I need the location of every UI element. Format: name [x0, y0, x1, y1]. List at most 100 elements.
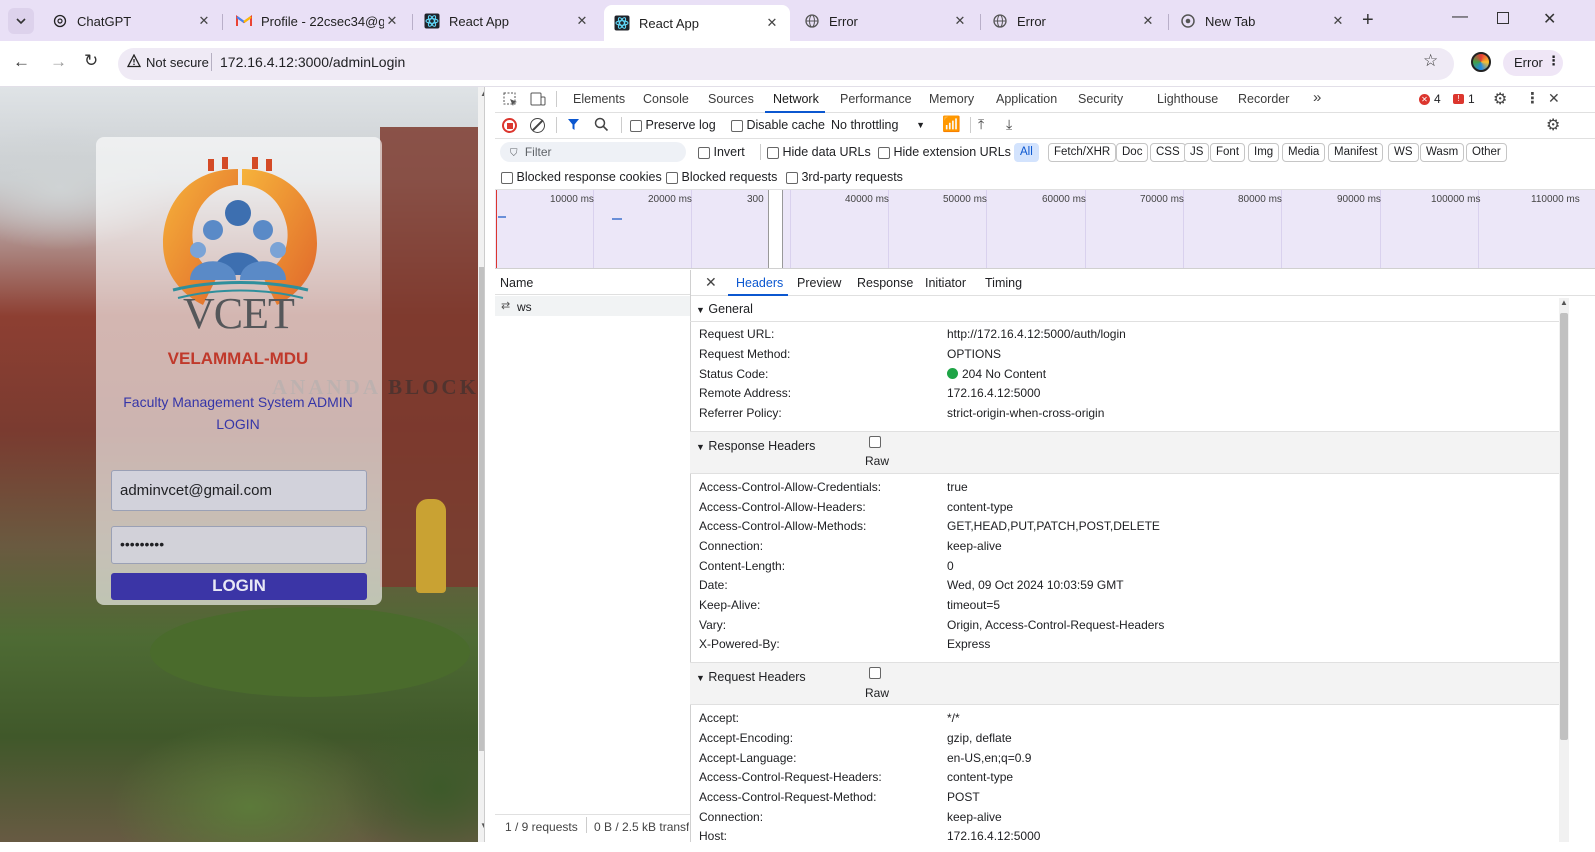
close-details-icon[interactable]: ✕	[705, 274, 717, 291]
filter-icon[interactable]	[567, 118, 580, 134]
detail-tab-timing[interactable]: Timing	[985, 276, 1022, 290]
detail-tab-response[interactable]: Response	[857, 276, 913, 290]
type-filter-manifest[interactable]: Manifest	[1328, 143, 1384, 162]
type-filter-img[interactable]: Img	[1248, 143, 1280, 162]
type-filter-other[interactable]: Other	[1466, 143, 1507, 162]
filter-input[interactable]: ⛉ Filter	[500, 142, 686, 162]
header-key: Accept:	[699, 711, 740, 725]
type-filter-css[interactable]: CSS	[1150, 143, 1186, 162]
tab-new-tab[interactable]: New Tab ✕	[1170, 5, 1356, 37]
raw-toggle-checkbox[interactable]	[869, 434, 881, 448]
type-filter-ws[interactable]: WS	[1388, 143, 1419, 162]
invert-checkbox[interactable]: Invert	[698, 145, 745, 159]
raw-toggle-checkbox[interactable]	[869, 665, 881, 679]
device-toolbar-icon[interactable]	[530, 92, 546, 110]
header-key: Request URL:	[699, 327, 775, 341]
panel-tab-application[interactable]: Application	[996, 92, 1057, 106]
record-stop-icon[interactable]	[502, 118, 517, 133]
third-party-checkbox[interactable]: 3rd-party requests	[786, 170, 903, 184]
panel-tab-network[interactable]: Network	[773, 92, 819, 106]
panel-tab-sources[interactable]: Sources	[708, 92, 754, 106]
panel-tab-performance[interactable]: Performance	[840, 92, 912, 106]
close-icon[interactable]: ✕	[1140, 13, 1156, 29]
network-settings-icon[interactable]: ⚙	[1546, 115, 1560, 135]
security-label[interactable]: Not secure	[146, 55, 209, 70]
close-window-button[interactable]: ✕	[1543, 9, 1556, 29]
devtools-menu-icon[interactable]: ⋮	[1525, 89, 1540, 107]
tab-search-button[interactable]	[8, 8, 34, 34]
panel-tab-lighthouse[interactable]: Lighthouse	[1157, 92, 1218, 106]
type-filter-font[interactable]: Font	[1210, 143, 1246, 162]
clear-icon[interactable]	[530, 118, 545, 133]
response-headers-toggle[interactable]: ▼ Response Headers	[696, 439, 815, 453]
scroll-up-arrow[interactable]: ▲	[1560, 298, 1568, 307]
url-text[interactable]: 172.16.4.12:3000/adminLogin	[220, 54, 405, 70]
profile-error-button[interactable]: Error ⋮	[1503, 50, 1563, 76]
email-field[interactable]: adminvcet@gmail.com	[111, 470, 367, 511]
export-har-icon[interactable]: ⤓	[1006, 116, 1012, 133]
type-filter-js[interactable]: JS	[1184, 143, 1210, 162]
more-icon: ⋮	[1547, 53, 1560, 68]
network-conditions-icon[interactable]: 📶	[942, 115, 961, 133]
close-icon[interactable]: ✕	[196, 13, 212, 29]
panel-tab-memory[interactable]: Memory	[929, 92, 974, 106]
forward-button[interactable]: →	[50, 52, 67, 72]
close-icon[interactable]: ✕	[1330, 13, 1346, 29]
import-har-icon[interactable]: ⤒	[978, 116, 984, 133]
request-name[interactable]: ws	[517, 300, 532, 314]
detail-tab-preview[interactable]: Preview	[797, 276, 841, 290]
tab-react-app-active[interactable]: React App ✕	[604, 5, 790, 41]
issues-count-badge[interactable]: ! 1	[1453, 92, 1475, 106]
type-filter-doc[interactable]: Doc	[1116, 143, 1149, 162]
back-button[interactable]: ←	[13, 52, 30, 72]
tab-error-1[interactable]: Error ✕	[794, 5, 978, 37]
panel-tab-recorder[interactable]: Recorder	[1238, 92, 1289, 106]
detail-tab-headers[interactable]: Headers	[736, 276, 783, 290]
close-icon[interactable]: ✕	[384, 13, 400, 29]
header-key: Connection:	[699, 810, 764, 824]
restore-button[interactable]	[1497, 12, 1509, 24]
error-count-badge[interactable]: ✕ 4	[1419, 92, 1441, 106]
type-filter-media[interactable]: Media	[1282, 143, 1326, 162]
minimize-button[interactable]: —	[1452, 8, 1468, 26]
more-panels-icon[interactable]: »	[1313, 89, 1321, 106]
panel-tab-console[interactable]: Console	[643, 92, 689, 106]
detail-tab-initiator[interactable]: Initiator	[925, 276, 966, 290]
panel-tab-elements[interactable]: Elements	[573, 92, 625, 106]
reload-button[interactable]: ↻	[84, 51, 98, 71]
preserve-log-checkbox[interactable]: Preserve log	[630, 118, 716, 132]
close-icon[interactable]: ✕	[952, 13, 968, 29]
devtools-settings-icon[interactable]: ⚙	[1493, 89, 1507, 109]
password-field[interactable]: •••••••••	[111, 526, 367, 564]
tab-react-app[interactable]: React App ✕	[414, 5, 600, 37]
timeline-selection[interactable]	[768, 190, 783, 268]
tab-gmail-profile[interactable]: Profile - 22csec34@gm ✕	[226, 5, 410, 37]
search-icon[interactable]	[594, 117, 609, 135]
blocked-requests-checkbox[interactable]: Blocked requests	[666, 170, 777, 184]
name-column-header[interactable]: Name	[500, 276, 533, 290]
panel-tab-security[interactable]: Security	[1078, 92, 1123, 106]
type-filter-wasm[interactable]: Wasm	[1420, 143, 1465, 162]
hide-data-urls-checkbox[interactable]: Hide data URLs	[767, 145, 871, 159]
details-scrollbar-thumb[interactable]	[1560, 313, 1568, 740]
new-tab-button[interactable]: +	[1362, 9, 1374, 32]
hide-extension-urls-checkbox[interactable]: Hide extension URLs	[878, 145, 1011, 159]
warning-icon[interactable]	[126, 53, 142, 71]
general-section-toggle[interactable]: ▼ General	[696, 302, 753, 316]
devtools-close-icon[interactable]: ✕	[1548, 90, 1560, 107]
disable-cache-checkbox[interactable]: Disable cache	[731, 118, 825, 132]
extension-avatar[interactable]	[1471, 52, 1491, 72]
throttling-select[interactable]: No throttling ▼	[831, 118, 925, 132]
status-ok-dot	[947, 368, 958, 379]
login-button[interactable]: LOGIN	[111, 573, 367, 600]
type-filter-all[interactable]: All	[1014, 143, 1039, 162]
request-headers-toggle[interactable]: ▼ Request Headers	[696, 670, 806, 684]
tab-error-2[interactable]: Error ✕	[982, 5, 1166, 37]
close-icon[interactable]: ✕	[574, 13, 590, 29]
star-icon[interactable]: ☆	[1423, 51, 1438, 71]
blocked-cookies-checkbox[interactable]: Blocked response cookies	[501, 170, 662, 184]
close-icon[interactable]: ✕	[764, 15, 780, 31]
inspect-element-icon[interactable]	[503, 92, 518, 110]
type-filter-fetch-xhr[interactable]: Fetch/XHR	[1048, 143, 1117, 162]
tab-chatgpt[interactable]: ChatGPT ✕	[42, 5, 222, 37]
